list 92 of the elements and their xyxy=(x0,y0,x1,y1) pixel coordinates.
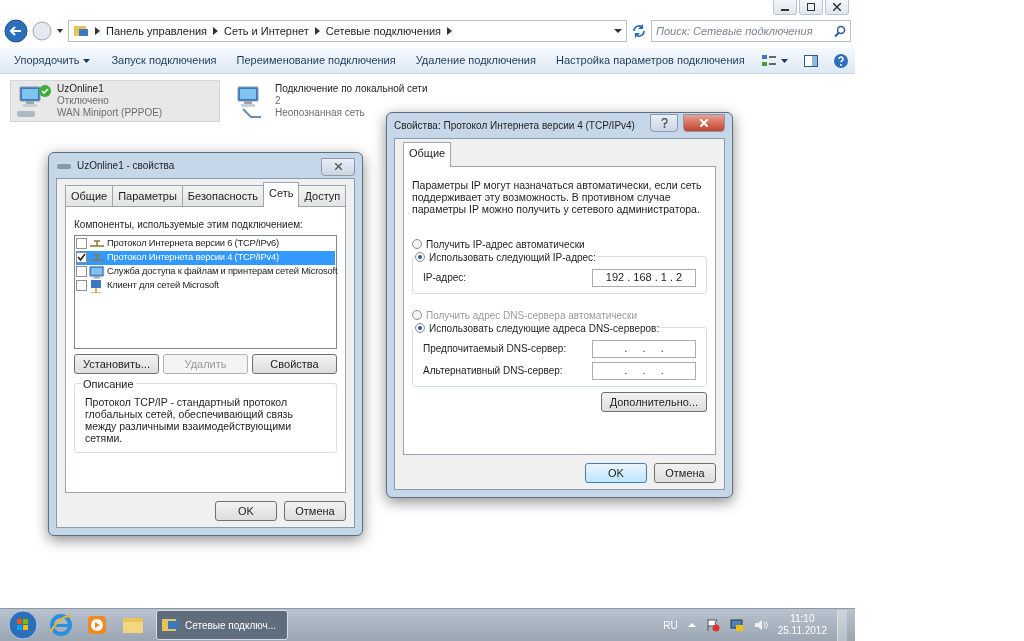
dropdown-icon[interactable] xyxy=(56,27,64,35)
component-label: Клиент для сетей Microsoft xyxy=(107,278,219,293)
toolbar-button[interactable]: Переименование подключения xyxy=(228,50,404,71)
component-item[interactable]: Протокол Интернета версии 6 (TCP/IPv6) xyxy=(76,236,335,251)
back-icon[interactable] xyxy=(4,19,28,43)
chevron-icon xyxy=(95,27,100,35)
dialog-tab[interactable]: Параметры xyxy=(112,185,183,207)
connection-name: Подключение по локальной сети xyxy=(275,83,428,95)
field-label: IP-адрес: xyxy=(423,271,467,285)
dropdown-icon[interactable] xyxy=(614,27,622,35)
toolbar-button[interactable]: Настройка параметров подключения xyxy=(547,50,753,71)
dialog-button[interactable]: Установить... xyxy=(74,354,159,374)
taskbar-task[interactable]: Сетевые подключ... xyxy=(156,610,288,640)
radio-label: Использовать следующие адреса DNS-серверов: xyxy=(429,321,660,336)
component-item[interactable]: Клиент для сетей Microsoft xyxy=(76,278,335,293)
search-field[interactable]: Поиск: Сетевые подключения xyxy=(651,20,851,42)
component-label: Протокол Интернета версии 4 (TCP/IPv4) xyxy=(107,250,279,265)
dialog-tab[interactable]: Доступ xyxy=(298,185,347,207)
network-folder-icon xyxy=(73,23,89,39)
checkbox[interactable] xyxy=(76,266,87,277)
close-icon xyxy=(833,3,841,11)
dialog-title: UzOnline1 - свойства xyxy=(77,159,175,173)
dialog-tab[interactable]: Общие xyxy=(65,185,114,207)
breadcrumb-item[interactable]: Сетевые подключения xyxy=(325,22,442,40)
modem-connection-icon xyxy=(15,83,51,119)
minimize-button[interactable] xyxy=(773,0,797,15)
close-button[interactable] xyxy=(825,0,849,15)
connection-item[interactable]: Подключение по локальной сети 2 Неопознанная сеть xyxy=(228,80,433,122)
chevron-icon xyxy=(213,27,219,35)
checkbox[interactable] xyxy=(76,252,87,263)
refresh-icon[interactable] xyxy=(631,23,647,39)
radio-label: Получить IP-адрес автоматически xyxy=(426,237,585,252)
radio-button[interactable] xyxy=(415,252,425,262)
dialog-tab[interactable]: Безопасность xyxy=(181,185,264,207)
connection-device: WAN Miniport (PPPOE) xyxy=(57,107,163,119)
chevron-icon xyxy=(314,27,320,35)
network-warning-icon[interactable] xyxy=(729,618,744,632)
ip-address-field[interactable]: 192 . 168 . 1 . 2 xyxy=(592,268,696,287)
field-label: Предпочитаемый DNS-сервер: xyxy=(423,342,567,356)
list-label: Компоненты, используемые этим подключением: xyxy=(74,217,304,232)
dialog-button[interactable]: Свойства xyxy=(252,354,337,374)
connection-status: 2 xyxy=(275,95,282,107)
dialog-title: Свойства: Протокол Интернета версии 4 (TCP/IPv4) xyxy=(394,119,635,133)
ip-address-field[interactable]: . . . xyxy=(592,339,696,358)
dialog-button[interactable]: OK xyxy=(585,463,647,483)
clock-date: 25.11.2012 xyxy=(777,625,827,637)
breadcrumb-item[interactable]: Сеть и Интернет xyxy=(224,22,309,40)
toolbar-button[interactable]: Упорядочить xyxy=(6,50,100,71)
action-center-flag-icon[interactable] xyxy=(705,618,720,632)
ip-address-field[interactable]: . . . xyxy=(592,361,696,380)
maximize-icon xyxy=(807,3,815,11)
intro-text: Параметры IP могут назначаться автоматически, если сеть поддерживает эту возможность. В противном случае параметры IP можно получить у сетевого администратора. xyxy=(412,178,703,215)
search-icon xyxy=(834,25,846,37)
breadcrumb-item[interactable]: Панель управления xyxy=(106,22,208,40)
help-button[interactable] xyxy=(650,113,678,132)
connection-name: UzOnline1 xyxy=(57,83,105,95)
view-options-icon[interactable] xyxy=(760,52,777,69)
caret-icon[interactable] xyxy=(780,57,789,64)
address-bar[interactable]: Панель управления Сеть и Интернет Сетевые подключения xyxy=(68,20,627,42)
component-label: Протокол Интернета версии 6 (TCP/IPv6) xyxy=(107,236,279,251)
connection-device: Неопознанная сеть xyxy=(275,107,366,119)
preview-pane-icon[interactable] xyxy=(802,52,819,69)
maximize-button[interactable] xyxy=(799,0,823,15)
field-label: Альтернативный DNS-сервер: xyxy=(423,364,563,378)
caret-icon xyxy=(83,58,92,65)
start-button-icon[interactable] xyxy=(8,610,38,640)
dialog-tab[interactable]: Общие xyxy=(403,142,452,167)
dialog-button[interactable]: Отмена xyxy=(654,463,716,483)
connection-status: Отключено xyxy=(57,95,110,107)
checkmark-icon xyxy=(77,253,86,262)
help-icon[interactable] xyxy=(833,52,849,69)
connection-item[interactable]: UzOnline1 Отключено WAN Miniport (PPPOE) xyxy=(10,80,220,122)
radio-button[interactable] xyxy=(415,323,425,333)
computer-printer-icon xyxy=(89,264,105,279)
help-icon xyxy=(660,117,668,128)
dialog-tab[interactable]: Сеть xyxy=(263,182,300,207)
dialog-button[interactable]: OK xyxy=(215,501,277,521)
checkbox[interactable] xyxy=(76,238,87,249)
radio-button[interactable] xyxy=(412,239,422,249)
radio-label: Использовать следующий IP-адрес: xyxy=(429,250,596,265)
toolbar-button[interactable]: Запуск подключения xyxy=(103,50,225,71)
dialog-button[interactable]: Отмена xyxy=(284,501,346,521)
dialog-button[interactable]: Дополнительно... xyxy=(600,392,707,412)
radio-label: Получить адрес DNS-сервера автоматически xyxy=(426,308,638,323)
close-icon xyxy=(700,118,708,127)
checkbox[interactable] xyxy=(76,280,87,291)
close-icon xyxy=(334,163,342,170)
toolbar-button[interactable]: Удаление подключения xyxy=(407,50,544,71)
clock-time: 11:10 xyxy=(790,613,815,625)
chevron-icon xyxy=(447,27,453,35)
task-label: Сетевые подключ... xyxy=(185,618,277,633)
description-text: Протокол TCP/IP - стандартный протокол глобальных сетей, обеспечивающий связь между различными взаимодействующими сетями. xyxy=(85,396,294,444)
